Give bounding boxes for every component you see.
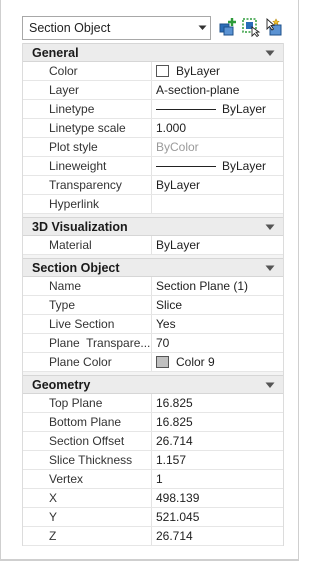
vertex-value[interactable]: 1	[152, 470, 283, 488]
property-row-plot-style: Plot style ByColor	[23, 138, 283, 157]
lineweight-value-text: ByLayer	[222, 159, 267, 173]
layer-value[interactable]: A-section-plane	[152, 81, 283, 99]
property-label: Color	[23, 62, 152, 80]
property-label: Plot style	[23, 138, 152, 156]
property-label: Plane Transpare...	[23, 334, 152, 352]
property-label: Bottom Plane	[23, 413, 152, 431]
collapse-arrow-icon	[265, 224, 275, 230]
properties-toolbar: Section Object	[1, 0, 298, 40]
properties-palette: Section Object General Color ByLayer Lay…	[0, 0, 299, 561]
live-section-value[interactable]: Yes	[152, 315, 283, 333]
color-value-text: ByLayer	[176, 64, 221, 78]
name-value[interactable]: Section Plane (1)	[152, 277, 283, 295]
line-sample	[156, 165, 216, 167]
property-row-layer: Layer A-section-plane	[23, 81, 283, 100]
plot-style-value: ByColor	[156, 140, 199, 154]
property-row-material: Material ByLayer	[23, 236, 283, 255]
property-row-section-offset: Section Offset 26.714	[23, 432, 283, 451]
line-sample	[156, 108, 216, 110]
plane-color-swatch	[156, 356, 169, 368]
linetype-scale-value[interactable]: 1.000	[152, 119, 283, 137]
lineweight-value[interactable]: ByLayer	[152, 157, 283, 175]
property-label: Type	[23, 296, 152, 314]
quick-select-icon	[218, 17, 238, 40]
y-value[interactable]: 521.045	[152, 508, 283, 526]
property-label: Layer	[23, 81, 152, 99]
object-type-value: Section Object	[29, 21, 111, 35]
color-swatch	[156, 65, 169, 77]
property-row-top-plane: Top Plane 16.825	[23, 394, 283, 413]
quick-select-button[interactable]	[217, 17, 239, 39]
section-title: Geometry	[32, 377, 91, 392]
section-title: Section Object	[32, 260, 120, 275]
plane-color-value-text: Color 9	[176, 355, 215, 369]
property-row-plane-transparency: Plane Transpare... 70	[23, 334, 283, 353]
property-row-y: Y 521.045	[23, 508, 283, 527]
property-label: Name	[23, 277, 152, 295]
property-row-slice-thickness: Slice Thickness 1.157	[23, 451, 283, 470]
linetype-value[interactable]: ByLayer	[152, 100, 283, 118]
section-title: 3D Visualization	[32, 219, 128, 234]
property-label: Z	[23, 527, 152, 545]
z-value[interactable]: 26.714	[152, 527, 283, 545]
select-objects-icon	[241, 17, 261, 40]
property-row-z: Z 26.714	[23, 527, 283, 546]
plane-transparency-value[interactable]: 70	[152, 334, 283, 352]
select-objects-button[interactable]	[240, 17, 262, 39]
toggle-pickadd-icon	[264, 17, 284, 40]
property-label: Linetype scale	[23, 119, 152, 137]
property-row-bottom-plane: Bottom Plane 16.825	[23, 413, 283, 432]
property-row-transparency: Transparency ByLayer	[23, 176, 283, 195]
collapse-arrow-icon	[265, 50, 275, 56]
plane-color-value[interactable]: Color 9	[152, 353, 283, 371]
section-header-3d-visualization[interactable]: 3D Visualization	[23, 217, 283, 236]
property-label: Linetype	[23, 100, 152, 118]
property-label: Vertex	[23, 470, 152, 488]
property-label: Material	[23, 236, 152, 254]
section-header-geometry[interactable]: Geometry	[23, 375, 283, 394]
property-row-type: Type Slice	[23, 296, 283, 315]
property-label: Top Plane	[23, 394, 152, 412]
property-label: Transparency	[23, 176, 152, 194]
property-label: Y	[23, 508, 152, 526]
collapse-arrow-icon	[265, 382, 275, 388]
collapse-arrow-icon	[265, 265, 275, 271]
property-label: Slice Thickness	[23, 451, 152, 469]
property-row-vertex: Vertex 1	[23, 470, 283, 489]
transparency-value[interactable]: ByLayer	[152, 176, 283, 194]
section-offset-value[interactable]: 26.714	[152, 432, 283, 450]
type-value[interactable]: Slice	[152, 296, 283, 314]
property-row-name: Name Section Plane (1)	[23, 277, 283, 296]
property-grid: General Color ByLayer Layer A-section-pl…	[22, 43, 284, 546]
property-row-hyperlink: Hyperlink	[23, 195, 283, 214]
material-value[interactable]: ByLayer	[152, 236, 283, 254]
property-label: Lineweight	[23, 157, 152, 175]
property-row-linetype: Linetype ByLayer	[23, 100, 283, 119]
toggle-pickadd-button[interactable]	[263, 17, 285, 39]
property-row-lineweight: Lineweight ByLayer	[23, 157, 283, 176]
property-row-linetype-scale: Linetype scale 1.000	[23, 119, 283, 138]
section-header-general[interactable]: General	[23, 43, 283, 62]
slice-thickness-value[interactable]: 1.157	[152, 451, 283, 469]
property-label: Section Offset	[23, 432, 152, 450]
hyperlink-value[interactable]	[152, 195, 283, 213]
color-value[interactable]: ByLayer	[152, 62, 283, 80]
property-label: X	[23, 489, 152, 507]
x-value[interactable]: 498.139	[152, 489, 283, 507]
linetype-value-text: ByLayer	[222, 102, 267, 116]
section-title: General	[32, 45, 79, 60]
object-type-selector[interactable]: Section Object	[22, 16, 211, 40]
property-row-x: X 498.139	[23, 489, 283, 508]
property-row-plane-color: Plane Color Color 9	[23, 353, 283, 372]
bottom-plane-value[interactable]: 16.825	[152, 413, 283, 431]
property-row-live-section: Live Section Yes	[23, 315, 283, 334]
top-plane-value[interactable]: 16.825	[152, 394, 283, 412]
chevron-down-icon	[194, 17, 210, 39]
section-header-section-object[interactable]: Section Object	[23, 258, 283, 277]
property-label: Hyperlink	[23, 195, 152, 213]
property-row-color: Color ByLayer	[23, 62, 283, 81]
property-label: Live Section	[23, 315, 152, 333]
property-label: Plane Color	[23, 353, 152, 371]
